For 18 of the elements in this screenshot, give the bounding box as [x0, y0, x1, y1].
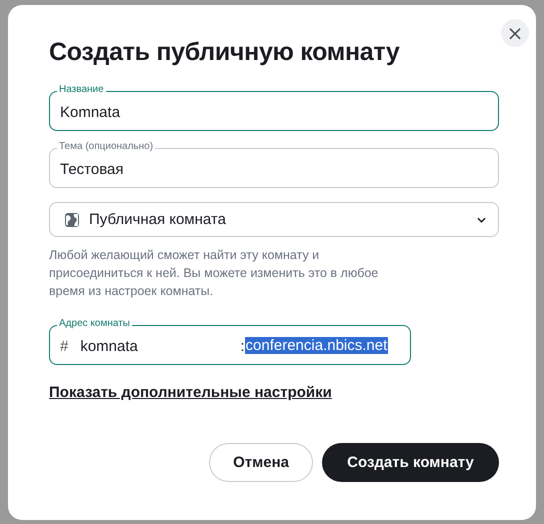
dropdown-value: Публичная комната [89, 211, 227, 228]
close-button[interactable]: × [501, 19, 529, 47]
field-label: Адрес комнаты [57, 317, 132, 330]
field-value: Тестовая [60, 160, 124, 178]
colon-separator: : [240, 336, 245, 354]
chevron-down-icon [477, 216, 486, 222]
field-value: komnata [80, 336, 139, 354]
text-field[interactable]: Komnata [49, 91, 499, 131]
visibility-dropdown[interactable]: Публичная комната [49, 202, 499, 237]
cancel-button[interactable]: Отмена [209, 443, 313, 482]
field-value: Komnata [60, 102, 120, 120]
field-label: Тема (опционально) [57, 140, 156, 153]
create-button[interactable]: Создать комнату [322, 443, 499, 482]
description-text: Любой желающий сможет найти эту комнату и присоединиться к ней. Вы можете изменить это в любое время из настроек комнаты. [49, 247, 380, 300]
dialog-title: Создать публичную комнату [49, 38, 400, 67]
hash-prefix: # [60, 336, 68, 354]
domain-suffix: conferencia.nbics.net [244, 336, 388, 354]
advanced-settings-link[interactable]: Показать дополнительные настройки [49, 384, 332, 401]
